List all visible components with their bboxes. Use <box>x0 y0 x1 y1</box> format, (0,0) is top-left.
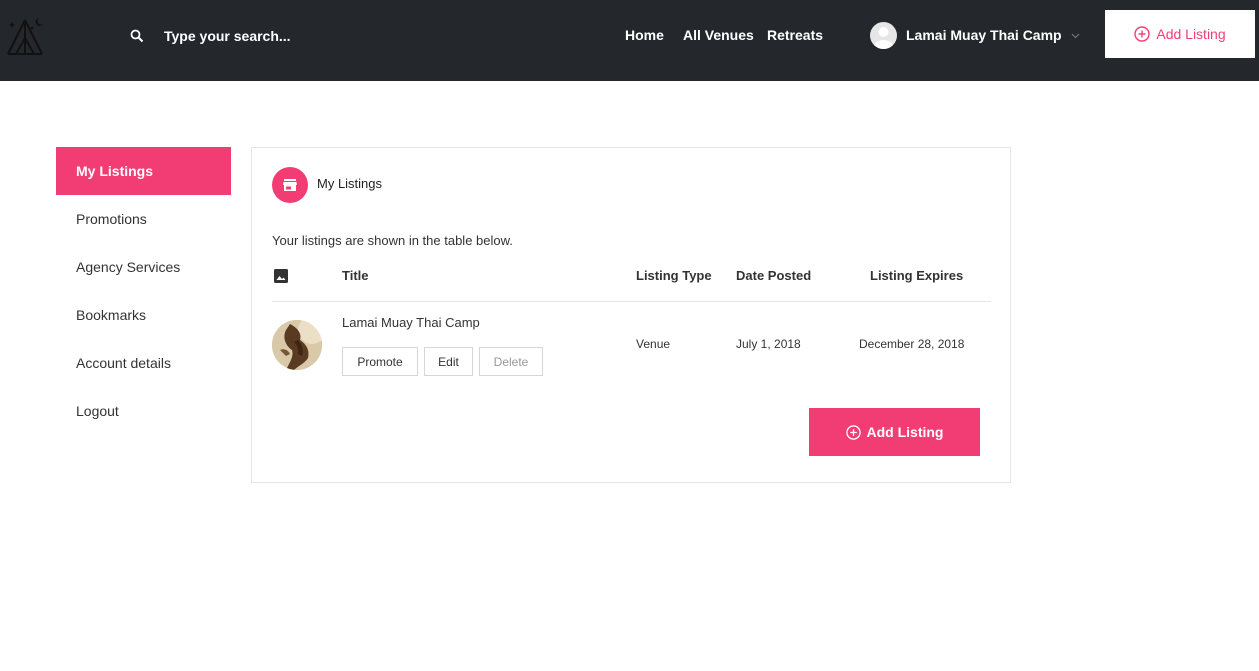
sidebar-item-label: Logout <box>76 403 119 419</box>
table-divider <box>272 301 991 302</box>
sidebar-item-agency-services[interactable]: Agency Services <box>56 243 231 291</box>
column-header-listing-type: Listing Type <box>636 268 712 283</box>
add-listing-label: Add Listing <box>866 424 944 440</box>
sidebar-item-label: Promotions <box>76 211 147 227</box>
user-name: Lamai Muay Thai Camp <box>906 27 1062 43</box>
listing-expires-cell: December 28, 2018 <box>859 337 965 351</box>
image-icon <box>274 269 288 283</box>
store-icon <box>283 179 297 191</box>
listing-thumbnail[interactable] <box>272 320 322 370</box>
user-menu[interactable]: Lamai Muay Thai Camp <box>870 21 1080 49</box>
column-header-listing-expires: Listing Expires <box>870 268 964 283</box>
sidebar-item-promotions[interactable]: Promotions <box>56 195 231 243</box>
panel-title: My Listings <box>317 176 383 191</box>
sidebar-item-logout[interactable]: Logout <box>56 387 231 435</box>
column-header-title: Title <box>342 268 369 283</box>
sidebar-item-label: Account details <box>76 355 171 371</box>
listings-panel: My Listings Your listings are shown in t… <box>251 147 1011 483</box>
tent-logo-icon[interactable] <box>4 14 46 58</box>
listing-type-cell: Venue <box>636 337 671 351</box>
nav-all-venues[interactable]: All Venues <box>683 26 754 44</box>
header-add-listing-button[interactable]: Add Listing <box>1105 10 1255 58</box>
sidebar-item-label: Agency Services <box>76 259 181 275</box>
sidebar-item-bookmarks[interactable]: Bookmarks <box>56 291 231 339</box>
sidebar-item-label: My Listings <box>76 163 154 179</box>
listing-photo-icon <box>272 320 322 370</box>
column-header-date-posted: Date Posted <box>736 268 812 283</box>
panel-description: Your listings are shown in the table bel… <box>272 233 513 248</box>
search-input[interactable] <box>160 24 360 48</box>
nav-retreats[interactable]: Retreats <box>767 26 823 44</box>
panel-badge <box>272 167 308 203</box>
edit-button[interactable]: Edit <box>424 347 473 376</box>
plus-circle-icon <box>1134 26 1151 42</box>
delete-button[interactable]: Delete <box>479 347 543 376</box>
add-listing-button[interactable]: Add Listing <box>809 408 980 456</box>
promote-button[interactable]: Promote <box>342 347 418 376</box>
header-add-listing-label: Add Listing <box>1156 26 1226 42</box>
user-avatar-icon <box>873 26 894 49</box>
sidebar-item-label: Bookmarks <box>76 307 147 323</box>
nav-home[interactable]: Home <box>625 26 664 44</box>
search-icon[interactable] <box>130 29 144 43</box>
avatar <box>870 21 897 49</box>
sidebar-item-my-listings[interactable]: My Listings <box>56 147 231 195</box>
date-posted-cell: July 1, 2018 <box>736 337 801 351</box>
top-header: Home All Venues Retreats Lamai Muay Thai… <box>0 0 1259 81</box>
chevron-down-icon <box>1071 33 1080 38</box>
plus-circle-icon <box>845 424 861 440</box>
sidebar-item-account-details[interactable]: Account details <box>56 339 231 387</box>
listing-title[interactable]: Lamai Muay Thai Camp <box>342 315 480 330</box>
